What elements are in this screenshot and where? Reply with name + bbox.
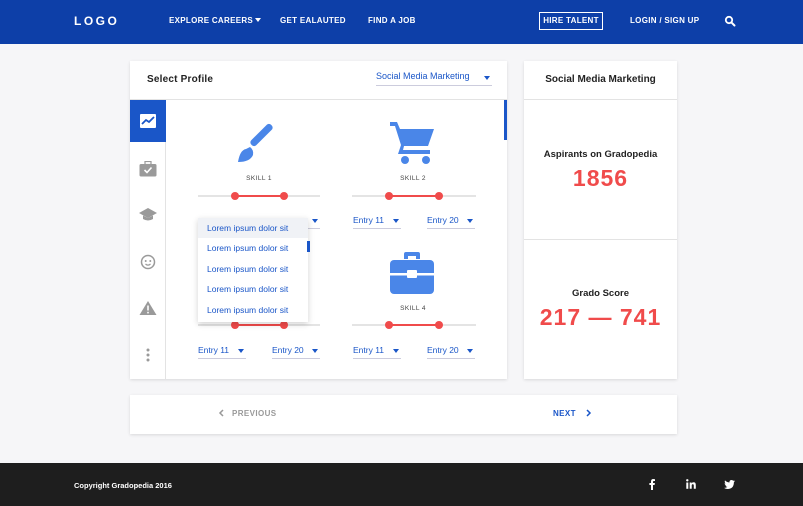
- entry-from-value: Entry 11: [353, 345, 385, 355]
- skill-1-label: SKILL 1: [246, 175, 272, 182]
- caret-down-icon: [484, 76, 490, 80]
- rail-item-jobs[interactable]: [130, 148, 166, 190]
- graduation-cap-icon: [139, 208, 157, 221]
- linkedin-icon[interactable]: [684, 477, 698, 491]
- skill-1-range-slider[interactable]: [198, 190, 320, 202]
- caret-down-icon: [467, 219, 473, 223]
- entry-from-value: Entry 11: [198, 345, 230, 355]
- summary-divider: [524, 99, 677, 100]
- shopping-cart-icon: [390, 122, 434, 164]
- slider-handle-max[interactable]: [280, 192, 288, 200]
- profile-select-value: Social Media Marketing: [376, 71, 470, 81]
- skill-3-entry-from-select[interactable]: Entry 11: [198, 345, 246, 359]
- caret-down-icon: [238, 349, 244, 353]
- skill-3-entry-to-select[interactable]: Entry 20: [272, 345, 320, 359]
- twitter-icon[interactable]: [722, 477, 736, 491]
- dropdown-option[interactable]: Lorem ipsum dolor sit: [198, 218, 308, 238]
- grado-score-value: 217 — 741: [539, 304, 662, 330]
- facebook-icon[interactable]: [645, 477, 659, 491]
- dropdown-option[interactable]: Lorem ipsum dolor sit: [198, 279, 308, 299]
- next-button[interactable]: NEXT: [553, 409, 592, 418]
- slider-handle-max[interactable]: [280, 321, 288, 329]
- caret-down-icon: [393, 219, 399, 223]
- warning-icon: [139, 301, 157, 315]
- slider-fill: [235, 324, 284, 326]
- entry-dropdown-menu: Lorem ipsum dolor sit Lorem ipsum dolor …: [198, 218, 308, 322]
- next-label: NEXT: [553, 409, 576, 418]
- caret-down-icon: [467, 349, 473, 353]
- panel-scrollbar[interactable]: [504, 100, 507, 140]
- copyright-text: Copyright Gradopedia 2016: [74, 481, 172, 490]
- rail-item-trending[interactable]: [130, 100, 166, 142]
- nav-find-a-job[interactable]: FIND A JOB: [368, 16, 416, 25]
- aspirants-label: Aspirants on Gradopedia: [543, 149, 658, 160]
- slider-handle-max[interactable]: [435, 192, 443, 200]
- profile-select[interactable]: Social Media Marketing: [376, 71, 492, 86]
- skill-2-range-slider[interactable]: [352, 190, 476, 202]
- slider-fill: [235, 195, 284, 197]
- previous-button[interactable]: PREVIOUS: [218, 409, 277, 418]
- rail-item-personality[interactable]: [130, 241, 166, 283]
- search-icon[interactable]: [724, 15, 736, 27]
- skill-4-entry-from-select[interactable]: Entry 11: [353, 345, 401, 359]
- skill-4-label: SKILL 4: [400, 305, 426, 312]
- slider-handle-min[interactable]: [385, 321, 393, 329]
- smiley-face-icon: [140, 254, 156, 270]
- skill-2-label: SKILL 2: [400, 175, 426, 182]
- hire-talent-button[interactable]: HIRE TALENT: [539, 12, 603, 30]
- nav-explore-careers[interactable]: EXPLORE CAREERS: [169, 16, 262, 25]
- entry-to-value: Entry 20: [427, 215, 459, 225]
- caret-down-icon: [312, 349, 318, 353]
- rail-item-warning[interactable]: [130, 287, 166, 329]
- aspirants-value: 1856: [572, 165, 629, 191]
- dropdown-option[interactable]: Lorem ipsum dolor sit: [198, 300, 308, 320]
- rail-item-more[interactable]: [130, 334, 166, 376]
- skill-2-entry-from-select[interactable]: Entry 11: [353, 215, 401, 229]
- chevron-left-icon: [218, 409, 224, 417]
- dropdown-option[interactable]: Lorem ipsum dolor sit: [198, 238, 308, 258]
- dropdown-scrollbar[interactable]: [307, 241, 310, 252]
- briefcase-check-icon: [139, 161, 157, 177]
- skill-2-entry-to-select[interactable]: Entry 20: [427, 215, 475, 229]
- header-divider: [130, 99, 507, 100]
- profile-summary-card: Social Media Marketing Aspirants on Grad…: [524, 61, 677, 379]
- nav-get-evaluated[interactable]: GET EALAUTED: [280, 16, 346, 25]
- slider-handle-min[interactable]: [385, 192, 393, 200]
- top-navbar: LOGO EXPLORE CAREERS GET EALAUTED FIND A…: [0, 0, 803, 44]
- slider-handle-min[interactable]: [231, 192, 239, 200]
- slider-fill: [389, 195, 439, 197]
- slider-fill: [389, 324, 439, 326]
- entry-to-value: Entry 20: [272, 345, 304, 355]
- slider-handle-max[interactable]: [435, 321, 443, 329]
- profile-skills-card: Select Profile Social Media Marketing SK…: [130, 61, 507, 379]
- rail-item-education[interactable]: [130, 194, 166, 236]
- caret-down-icon: [312, 219, 318, 223]
- paint-brush-icon: [238, 123, 273, 162]
- summary-title: Social Media Marketing: [545, 74, 656, 85]
- caret-down-icon: [255, 18, 262, 22]
- slider-handle-min[interactable]: [231, 321, 239, 329]
- select-profile-title: Select Profile: [147, 74, 214, 85]
- previous-label: PREVIOUS: [232, 409, 277, 418]
- dropdown-option[interactable]: Lorem ipsum dolor sit: [198, 259, 308, 279]
- toolbox-icon: [390, 252, 434, 294]
- skill-4-range-slider[interactable]: [352, 319, 476, 331]
- grado-score-label: Grado Score: [571, 288, 630, 299]
- entry-to-value: Entry 20: [427, 345, 459, 355]
- summary-divider: [524, 239, 677, 240]
- more-vertical-icon: [146, 348, 150, 362]
- skill-4-entry-to-select[interactable]: Entry 20: [427, 345, 475, 359]
- pagination-bar: PREVIOUS NEXT: [130, 395, 677, 434]
- caret-down-icon: [393, 349, 399, 353]
- trending-chart-icon: [140, 114, 156, 128]
- login-signup-link[interactable]: LOGIN / SIGN UP: [630, 16, 699, 25]
- footer: Copyright Gradopedia 2016: [0, 463, 803, 506]
- chevron-right-icon: [586, 409, 591, 417]
- logo[interactable]: LOGO: [74, 14, 119, 28]
- entry-from-value: Entry 11: [353, 215, 385, 225]
- left-icon-rail: [130, 100, 166, 379]
- nav-explore-careers-label: EXPLORE CAREERS: [169, 16, 254, 25]
